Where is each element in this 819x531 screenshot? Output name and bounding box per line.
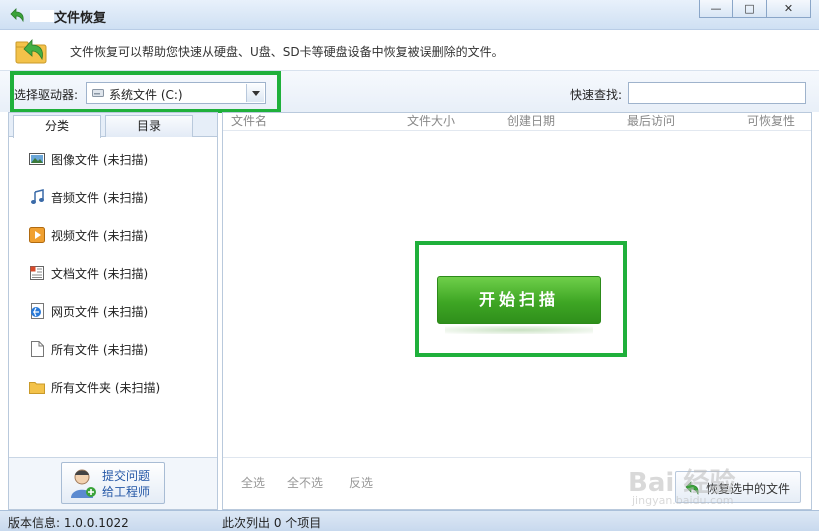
search-label: 快速查找: [570, 88, 623, 102]
video-icon [29, 227, 45, 243]
window-controls: — □ ✕ [699, 0, 811, 18]
document-icon [30, 266, 44, 280]
column-filesize[interactable]: 文件大小 [407, 113, 455, 129]
left-footer: 提交问题 给工程师 [9, 457, 217, 509]
title-redaction [30, 10, 54, 22]
column-created[interactable]: 创建日期 [507, 113, 555, 129]
info-description: 文件恢复可以帮助您快速从硬盘、U盘、SD卡等硬盘设备中恢复被误删除的文件。 [70, 45, 504, 59]
minimize-button[interactable]: — [699, 0, 733, 18]
start-scan-button[interactable]: 开始扫描 [437, 276, 601, 324]
engineer-icon [71, 469, 96, 498]
version-info: 版本信息: 1.0.0.1022 [8, 516, 129, 530]
drive-highlight-box [10, 71, 281, 113]
window-title: 文件恢复 [54, 11, 107, 26]
item-count: 此次列出 0 个项目 [222, 516, 322, 530]
category-panel: 分类 目录 图像文件 (未扫描) 音频文件 (未扫描) 视频文件 (未扫描) 文… [8, 112, 218, 510]
category-label: 图像文件 (未扫描) [51, 153, 149, 167]
music-icon [31, 189, 44, 204]
category-label: 网页文件 (未扫描) [51, 305, 149, 319]
contact-engineer-button[interactable]: 提交问题 给工程师 [61, 462, 165, 504]
maximize-button[interactable]: □ [733, 0, 767, 18]
file-list-panel: 文件名 文件大小 创建日期 最后访问 可恢复性 开始扫描 全选 全不选 反选 恢… [222, 112, 812, 510]
webpage-icon [31, 303, 44, 319]
category-label: 所有文件 (未扫描) [51, 343, 149, 357]
file-icon [31, 341, 44, 357]
title-bar: 文件恢复 — □ ✕ [0, 0, 819, 30]
category-item-video[interactable]: 视频文件 (未扫描) [9, 219, 217, 257]
recover-folder-icon [15, 38, 47, 64]
category-item-all-files[interactable]: 所有文件 (未扫描) [9, 333, 217, 371]
column-recoverability[interactable]: 可恢复性 [747, 113, 795, 129]
toolbar: 选择驱动器: 系统文件 (C:) 快速查找: [0, 70, 819, 113]
category-label: 视频文件 (未扫描) [51, 229, 149, 243]
watermark-url: jingyan.baidu.com [632, 494, 734, 507]
tab-category[interactable]: 分类 [13, 115, 101, 138]
category-item-audio[interactable]: 音频文件 (未扫描) [9, 181, 217, 219]
tab-strip: 分类 目录 [9, 113, 217, 138]
contact-engineer-line2: 给工程师 [102, 485, 151, 499]
recover-arrow-icon [10, 8, 24, 23]
category-item-all-folders[interactable]: 所有文件夹 (未扫描) [9, 371, 217, 409]
column-accessed[interactable]: 最后访问 [627, 113, 675, 129]
status-bar: 版本信息: 1.0.0.1022 此次列出 0 个项目 [0, 510, 819, 531]
category-label: 音频文件 (未扫描) [51, 191, 149, 205]
watermark: Bai 经验 jingyan.baidu.com [620, 462, 800, 512]
folder-icon [29, 382, 45, 394]
select-all-link[interactable]: 全选 [241, 474, 265, 491]
category-label: 所有文件夹 (未扫描) [51, 381, 161, 395]
contact-engineer-text: 提交问题 给工程师 [102, 468, 150, 500]
select-none-link[interactable]: 全不选 [287, 474, 323, 491]
column-filename[interactable]: 文件名 [231, 113, 267, 129]
tab-directory[interactable]: 目录 [105, 115, 193, 137]
category-item-image[interactable]: 图像文件 (未扫描) [9, 143, 217, 181]
close-button[interactable]: ✕ [767, 0, 811, 18]
category-list: 图像文件 (未扫描) 音频文件 (未扫描) 视频文件 (未扫描) 文档文件 (未… [9, 143, 217, 409]
scan-button-reflection [445, 326, 593, 334]
category-item-webpage[interactable]: 网页文件 (未扫描) [9, 295, 217, 333]
contact-engineer-line1: 提交问题 [102, 469, 151, 483]
column-header: 文件名 文件大小 创建日期 最后访问 可恢复性 [223, 113, 811, 131]
category-label: 文档文件 (未扫描) [51, 267, 149, 281]
image-icon [29, 153, 45, 165]
select-invert-link[interactable]: 反选 [349, 474, 373, 491]
category-item-document[interactable]: 文档文件 (未扫描) [9, 257, 217, 295]
info-bar: 文件恢复可以帮助您快速从硬盘、U盘、SD卡等硬盘设备中恢复被误删除的文件。 [0, 30, 819, 70]
search-input[interactable] [628, 82, 806, 104]
